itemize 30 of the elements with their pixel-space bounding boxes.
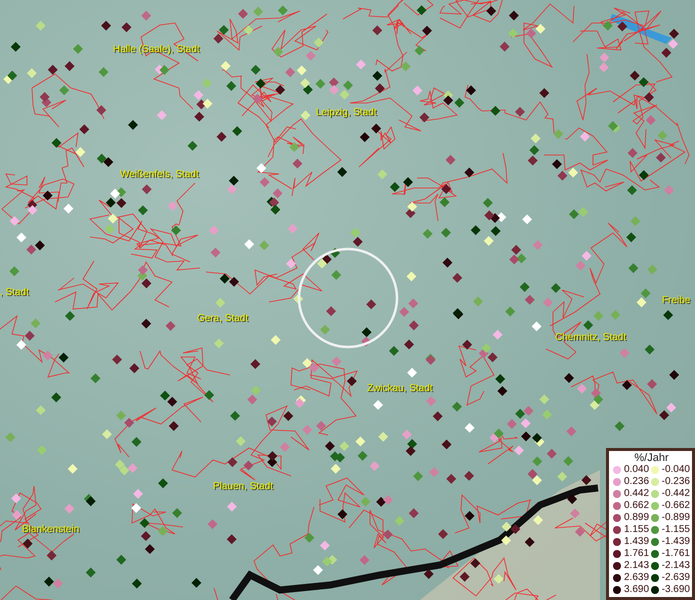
legend-value: -1.761 xyxy=(662,548,690,559)
legend-value: 3.690 xyxy=(624,584,650,595)
legend-value: 0.040 xyxy=(624,464,650,475)
legend-value: 1.155 xyxy=(624,524,650,535)
legend-value: -3.690 xyxy=(662,584,690,595)
legend-value: 1.761 xyxy=(624,548,650,559)
legend-value: -0.662 xyxy=(662,500,690,511)
legend-value: 2.639 xyxy=(624,572,650,583)
legend-value: -0.236 xyxy=(662,476,690,487)
legend-value: 1.439 xyxy=(624,536,650,547)
city-label: Zwickau, Stadt xyxy=(367,383,433,394)
city-label: , Stadt xyxy=(0,287,29,298)
legend-value: 0.662 xyxy=(624,500,650,511)
legend-value: 0.899 xyxy=(624,512,650,523)
city-label: Gera, Stadt xyxy=(197,313,248,324)
city-label: Weißenfels, Stadt xyxy=(120,169,199,180)
legend-title: %/Jahr xyxy=(633,452,670,464)
city-label: Plauen, Stadt xyxy=(213,481,274,492)
legend-value: -0.899 xyxy=(662,512,690,523)
city-label: Leipzig, Stadt xyxy=(316,107,377,118)
legend-value: -0.040 xyxy=(662,464,690,475)
legend-value: -1.155 xyxy=(662,524,690,535)
city-label: Freibe xyxy=(662,295,690,306)
legend-value: 0.236 xyxy=(624,476,650,487)
legend-value: -0.442 xyxy=(662,488,690,499)
legend-value: 2.143 xyxy=(624,560,650,571)
legend-value: 0.442 xyxy=(624,488,650,499)
legend-value: -2.639 xyxy=(662,572,690,583)
legend-value: -1.439 xyxy=(662,536,690,547)
legend-value: -2.143 xyxy=(662,560,690,571)
